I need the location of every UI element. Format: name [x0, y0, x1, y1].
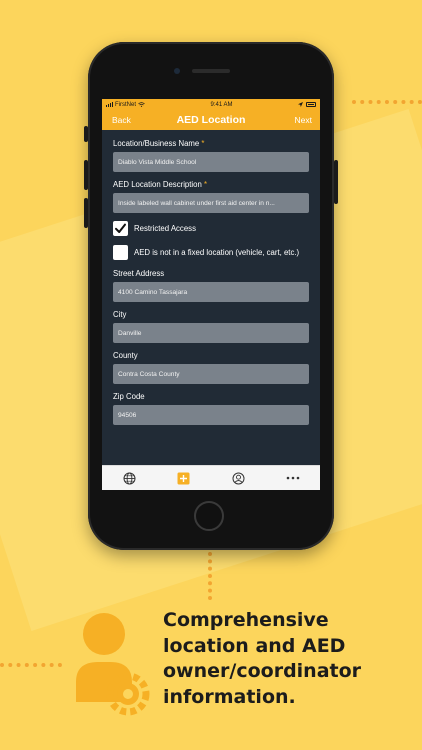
- restricted-access-row[interactable]: Restricted Access: [113, 221, 309, 236]
- speaker-grille: [192, 69, 230, 73]
- wifi-icon: [138, 102, 145, 107]
- street-address-field[interactable]: 4100 Camino Tassajara: [113, 282, 309, 302]
- dotted-line: [208, 552, 212, 600]
- tagline-line: Comprehensive: [163, 609, 329, 631]
- city-field[interactable]: Danville: [113, 323, 309, 343]
- user-circle-icon: [232, 472, 245, 484]
- phone-volume-down: [84, 198, 88, 228]
- county-label: County: [113, 351, 138, 360]
- tagline-line: information.: [163, 685, 296, 708]
- not-fixed-location-row[interactable]: AED is not in a fixed location (vehicle,…: [113, 245, 309, 260]
- dotted-line: [352, 100, 422, 104]
- restricted-access-checkbox[interactable]: [113, 221, 128, 236]
- back-button[interactable]: Back: [112, 115, 131, 125]
- dotted-line: [0, 663, 62, 667]
- tagline: Comprehensive location and AED owner/coo…: [163, 608, 413, 710]
- phone-power-button: [334, 160, 338, 204]
- tagline-line: location and AED: [163, 634, 346, 657]
- add-icon: [177, 472, 190, 484]
- tab-map[interactable]: [114, 468, 144, 488]
- coordinator-person-gear-icon: [76, 613, 150, 716]
- camera-icon: [174, 68, 180, 74]
- globe-icon: [123, 472, 136, 484]
- navigation-bar: Back AED Location Next: [102, 110, 320, 130]
- tab-more[interactable]: [278, 468, 308, 488]
- business-name-label: Location/Business Name *: [113, 139, 205, 148]
- tagline-line: owner/coordinator: [163, 660, 362, 682]
- carrier-label: FirstNet: [115, 101, 136, 108]
- app-screen: FirstNet 9:41 AM Back AED Location Next: [102, 99, 320, 490]
- status-bar: FirstNet 9:41 AM: [102, 99, 320, 110]
- aed-location-form: Location/Business Name * Diablo Vista Mi…: [102, 130, 320, 425]
- phone-frame: FirstNet 9:41 AM Back AED Location Next: [84, 42, 338, 550]
- more-icon: [286, 476, 300, 480]
- next-button[interactable]: Next: [295, 115, 312, 125]
- signal-icon: [106, 102, 113, 107]
- not-fixed-location-checkbox[interactable]: [113, 245, 128, 260]
- restricted-access-label: Restricted Access: [134, 224, 196, 233]
- county-field[interactable]: Contra Costa County: [113, 364, 309, 384]
- phone-mute-switch: [84, 126, 88, 142]
- checkmark-icon: [115, 223, 126, 233]
- tab-add[interactable]: [169, 468, 199, 488]
- location-arrow-icon: [297, 102, 303, 107]
- business-name-field[interactable]: Diablo Vista Middle School: [113, 152, 309, 172]
- description-label: AED Location Description *: [113, 180, 208, 189]
- required-marker: *: [204, 180, 208, 189]
- tab-profile[interactable]: [223, 468, 253, 488]
- street-address-label: Street Address: [113, 269, 165, 278]
- required-marker: *: [201, 139, 205, 148]
- page-title: AED Location: [176, 114, 246, 126]
- description-field[interactable]: Inside labeled wall cabinet under first …: [113, 193, 309, 213]
- zip-code-field[interactable]: 94506: [113, 405, 309, 425]
- not-fixed-location-label: AED is not in a fixed location (vehicle,…: [134, 248, 300, 257]
- battery-icon: [305, 102, 316, 107]
- status-time: 9:41 AM: [210, 101, 233, 108]
- city-label: City: [113, 310, 127, 319]
- home-button[interactable]: [194, 501, 224, 531]
- zip-code-label: Zip Code: [113, 392, 145, 401]
- tab-bar: [102, 465, 320, 490]
- phone-volume-up: [84, 160, 88, 190]
